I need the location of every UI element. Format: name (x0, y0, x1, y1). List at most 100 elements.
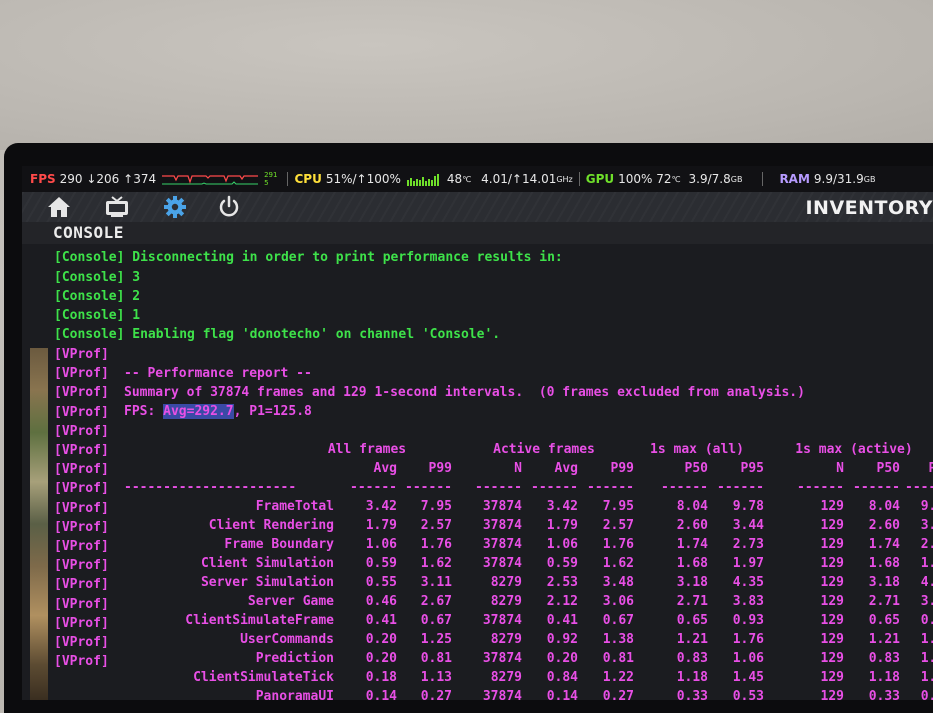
column-header: P99 (610, 461, 634, 476)
table-cell: 3.42 (365, 499, 397, 514)
table-cell: 0.59 (546, 556, 578, 571)
gpu-mem: 3.9/7.8 (688, 172, 731, 186)
table-cell: 0.83 (868, 651, 900, 666)
column-header: P50 (876, 461, 900, 476)
home-icon[interactable] (46, 195, 72, 219)
console-output: [Console] Disconnecting in order to prin… (54, 250, 933, 700)
table-cell: 0.14 (365, 689, 397, 700)
cpu-temp: 48 (446, 172, 463, 186)
table-cell: 3.11 (420, 575, 452, 590)
table-cell: 129 (820, 613, 844, 628)
table-cell: 8.04 (868, 499, 900, 514)
table-cell: 2.71 (868, 594, 900, 609)
fps-label: FPS (30, 172, 56, 186)
divider (578, 172, 580, 186)
table-cell: 0.93 (920, 613, 933, 628)
divider-name-column: ---------------------- (124, 480, 297, 495)
table-cell: 1.62 (420, 556, 452, 571)
table-cell: 1.38 (602, 632, 634, 647)
console-header: CONSOLE (22, 222, 933, 244)
divider-value-column: ------ (531, 480, 578, 495)
table-row-name: Prediction (255, 651, 334, 666)
ram-values: 9.9/31.9 (813, 172, 864, 186)
table-cell: 0.92 (546, 632, 578, 647)
game-screen: FPS 290 ↓206 ↑374 291 5 CPU 51%/↑100% 48… (22, 166, 933, 700)
table-cell: 129 (820, 632, 844, 647)
tv-icon[interactable] (104, 195, 130, 219)
table-cell: 3.48 (602, 575, 634, 590)
table-cell: 37874 (482, 613, 522, 628)
table-cell: 129 (820, 518, 844, 533)
table-cell: 0.59 (365, 556, 397, 571)
table-row-name: Client Simulation (200, 556, 334, 571)
table-cell: 0.65 (676, 613, 708, 628)
power-icon[interactable] (216, 195, 242, 219)
divider-value-column: ------ (475, 480, 522, 495)
report-summary: Summary of 37874 frames and 129 1-second… (124, 385, 805, 400)
fps-graph-max: 291 (264, 171, 278, 179)
table-cell: 9.78 (920, 499, 933, 514)
performance-overlay: FPS 290 ↓206 ↑374 291 5 CPU 51%/↑100% 48… (22, 166, 933, 192)
divider-value-column: ------ (587, 480, 634, 495)
vprof-prefix: [VProf] (54, 462, 109, 478)
main-nav-bar: INVENTORY (22, 192, 933, 222)
table-cell: 2.53 (546, 575, 578, 590)
table-row-name: Frame Boundary (224, 537, 334, 552)
table-cell: 0.33 (868, 689, 900, 700)
gear-icon[interactable] (162, 195, 188, 219)
cpu-clock: 4.01/↑14.01 (481, 172, 557, 186)
table-cell: 8.04 (676, 499, 708, 514)
fps-summary: FPS: Avg=292.7, P1=125.8 (124, 404, 312, 423)
table-cell: 0.20 (546, 651, 578, 666)
vprof-prefix: [VProf] (54, 385, 109, 401)
table-cell: 0.46 (365, 594, 397, 609)
table-row-name: UserCommands (240, 632, 334, 647)
column-header: P95 (740, 461, 764, 476)
table-cell: 1.06 (920, 651, 933, 666)
table-cell: 129 (820, 499, 844, 514)
vprof-prefix: [VProf] (54, 596, 109, 612)
table-cell: 3.42 (546, 499, 578, 514)
table-cell: 2.12 (546, 594, 578, 609)
table-cell: 0.27 (602, 689, 634, 700)
table-cell: 129 (820, 594, 844, 609)
table-cell: 129 (820, 670, 844, 685)
table-cell: 1.45 (732, 670, 764, 685)
vprof-prefix: [VProf] (54, 615, 109, 631)
table-cell: 3.83 (920, 594, 933, 609)
gpu-temp-unit: ℃ (671, 174, 681, 184)
vprof-prefix: [VProf] (54, 654, 109, 670)
divider-value-column: ------ (853, 480, 900, 495)
table-cell: 0.65 (868, 613, 900, 628)
table-cell: 2.73 (732, 537, 764, 552)
console-title: CONSOLE (53, 223, 124, 242)
group-header-1s-max-all: 1s max (all) (650, 442, 744, 457)
table-cell: 37874 (482, 518, 522, 533)
table-cell: 1.21 (868, 632, 900, 647)
table-cell: 0.67 (602, 613, 634, 628)
table-cell: 0.20 (365, 651, 397, 666)
column-header: Avg (554, 461, 578, 476)
column-header: N (514, 461, 522, 476)
inventory-tab[interactable]: INVENTORY (805, 197, 933, 219)
fps-graph-min: 5 (264, 179, 269, 187)
table-cell: 1.13 (420, 670, 452, 685)
divider-value-column: ------ (661, 480, 708, 495)
vprof-prefix: [VProf] (54, 347, 109, 362)
cpu-clock-unit: GHz (556, 174, 573, 184)
table-cell: 1.22 (602, 670, 634, 685)
table-cell: 8279 (490, 594, 522, 609)
column-header: N (836, 461, 844, 476)
vprof-prefix: [VProf] (54, 577, 109, 593)
divider-value-column: ------ (717, 480, 764, 495)
table-cell: 2.67 (420, 594, 452, 609)
table-cell: 0.67 (420, 613, 452, 628)
table-cell: 1.68 (676, 556, 708, 571)
vprof-prefix: [VProf] (54, 443, 109, 458)
fps-p1: , P1=125.8 (233, 404, 312, 419)
table-cell: 37874 (482, 556, 522, 571)
table-cell: 0.41 (546, 613, 578, 628)
table-cell: 0.83 (676, 651, 708, 666)
table-cell: 0.41 (365, 613, 397, 628)
vprof-prefix: [VProf] (54, 366, 109, 382)
